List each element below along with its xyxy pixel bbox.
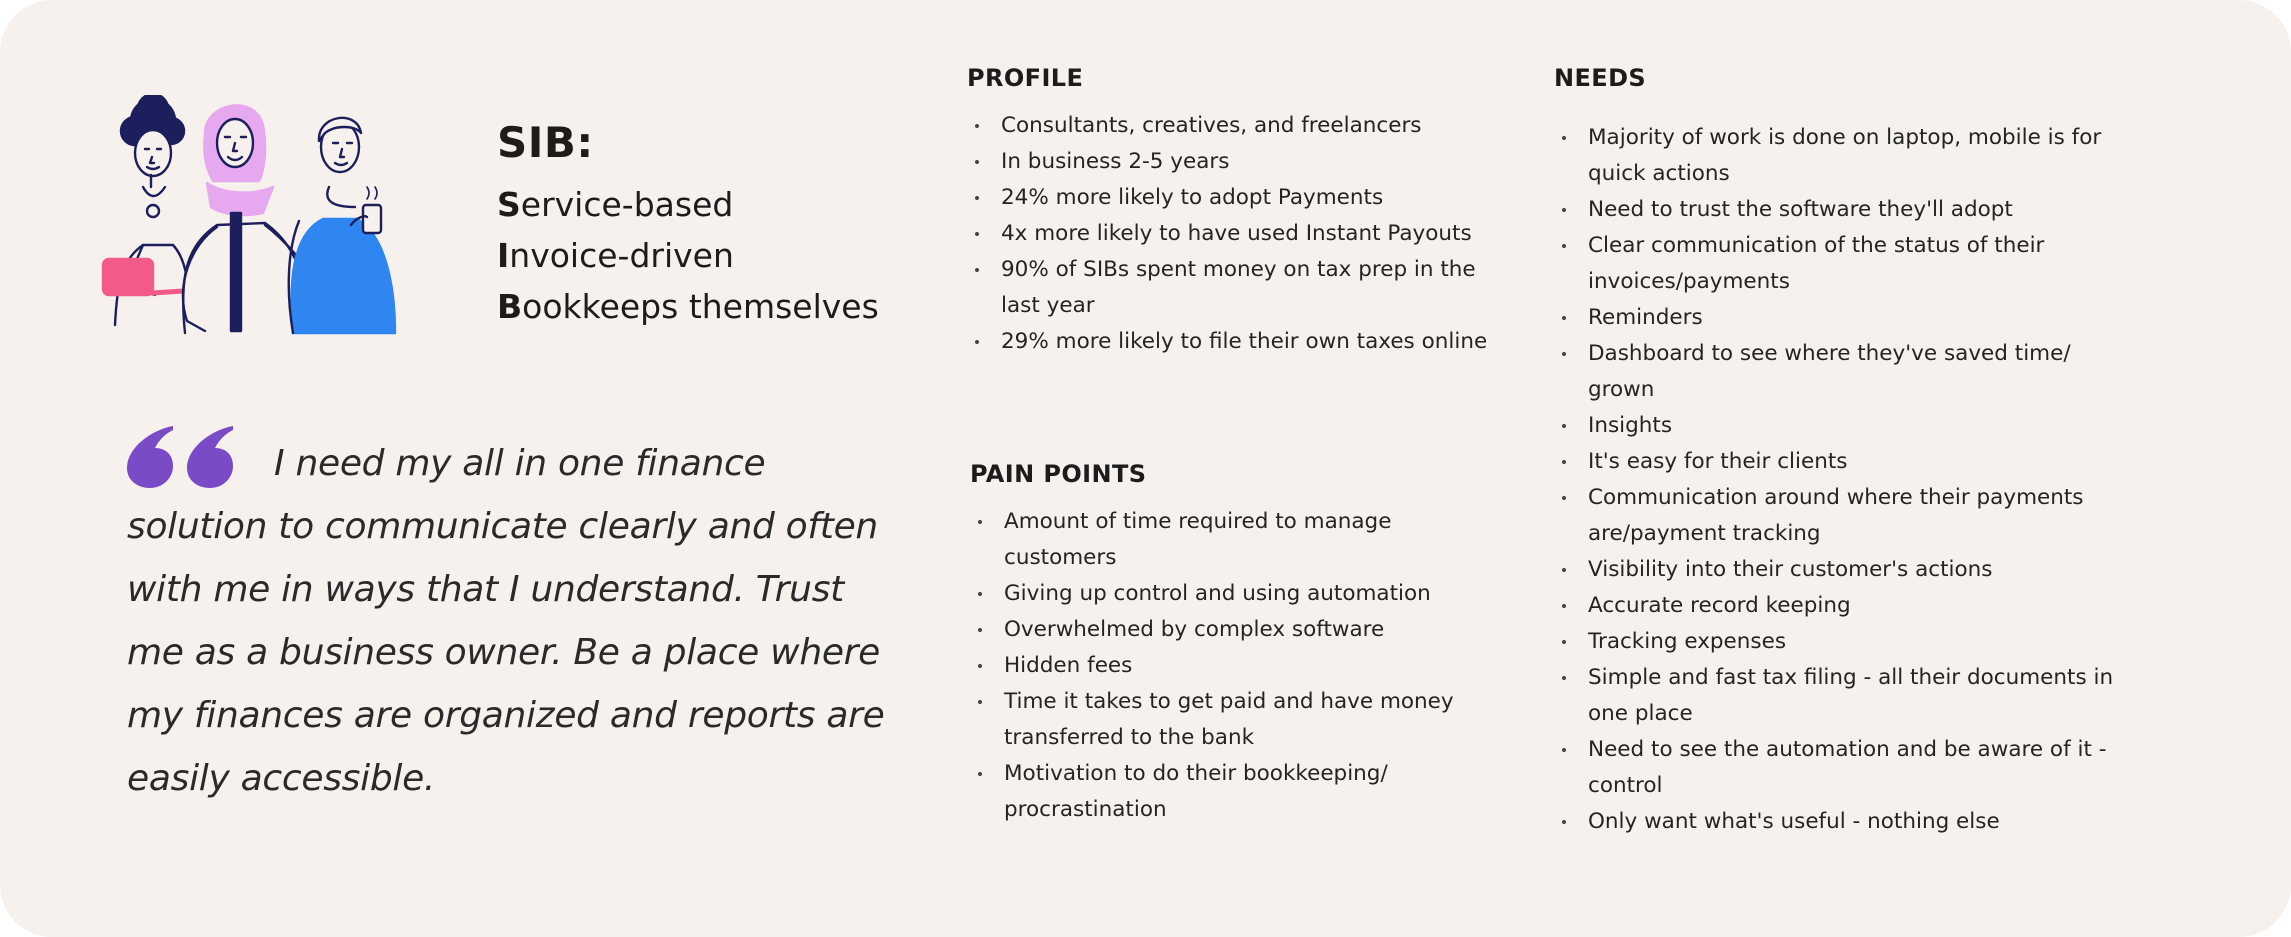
persona-line-rest: ervice-based (520, 185, 734, 224)
list-item: It's easy for their clients (1554, 444, 2124, 480)
list-item: 4x more likely to have used Instant Payo… (967, 216, 1507, 252)
profile-list: Consultants, creatives, and freelancers … (967, 108, 1507, 360)
list-item: Overwhelmed by complex software (970, 612, 1490, 648)
persona-line-bookkeeps: Bookkeeps themselves (497, 281, 879, 332)
list-item: In business 2-5 years (967, 144, 1507, 180)
list-item: Accurate record keeping (1554, 588, 2124, 624)
persona-initial: S (497, 185, 521, 224)
list-item: 24% more likely to adopt Payments (967, 180, 1507, 216)
list-item: Visibility into their customer's actions (1554, 552, 2124, 588)
list-item: Need to trust the software they'll adopt (1554, 192, 2124, 228)
persona-card: SIB: Service-based Invoice-driven Bookke… (0, 0, 2291, 937)
list-item: Dashboard to see where they've saved tim… (1554, 336, 2124, 408)
persona-line-rest: nvoice-driven (509, 236, 734, 275)
people-illustration-icon (101, 95, 397, 335)
needs-heading: NEEDS (1554, 64, 1647, 92)
profile-section: PROFILE Consultants, creatives, and free… (967, 64, 1507, 360)
list-item: Simple and fast tax filing - all their d… (1554, 660, 2124, 732)
list-item: 29% more likely to file their own taxes … (967, 324, 1507, 360)
list-item: Need to see the automation and be aware … (1554, 732, 2124, 804)
persona-line-service: Service-based (497, 179, 879, 230)
list-item: Reminders (1554, 300, 2124, 336)
list-item: Clear communication of the status of the… (1554, 228, 2124, 300)
persona-line-invoice: Invoice-driven (497, 230, 879, 281)
list-item: Majority of work is done on laptop, mobi… (1554, 120, 2124, 192)
list-item: Tracking expenses (1554, 624, 2124, 660)
list-item: Communication around where their payment… (1554, 480, 2124, 552)
list-item: Amount of time required to manage custom… (970, 504, 1490, 576)
list-item: Giving up control and using automation (970, 576, 1490, 612)
pain-points-heading: PAIN POINTS (970, 460, 1147, 488)
persona-title: SIB: (497, 118, 594, 167)
list-item: Time it takes to get paid and have money… (970, 684, 1490, 756)
needs-section: NEEDS Majority of work is done on laptop… (1554, 64, 2124, 840)
list-item: Consultants, creatives, and freelancers (967, 108, 1507, 144)
list-item: Insights (1554, 408, 2124, 444)
list-item: Hidden fees (970, 648, 1490, 684)
list-item: Only want what's useful - nothing else (1554, 804, 2124, 840)
persona-heading: SIB: Service-based Invoice-driven Bookke… (497, 118, 879, 332)
pain-points-list: Amount of time required to manage custom… (970, 504, 1490, 828)
persona-initial: B (497, 287, 523, 326)
needs-list: Majority of work is done on laptop, mobi… (1554, 120, 2124, 840)
pain-points-section: PAIN POINTS Amount of time required to m… (970, 460, 1490, 828)
profile-heading: PROFILE (967, 64, 1084, 92)
persona-initial: I (497, 236, 510, 275)
list-item: Motivation to do their bookkeeping/ proc… (970, 756, 1490, 828)
persona-line-rest: ookkeeps themselves (522, 287, 879, 326)
list-item: 90% of SIBs spent money on tax prep in t… (967, 252, 1507, 324)
persona-quote: I need my all in one finance solution to… (127, 443, 885, 799)
